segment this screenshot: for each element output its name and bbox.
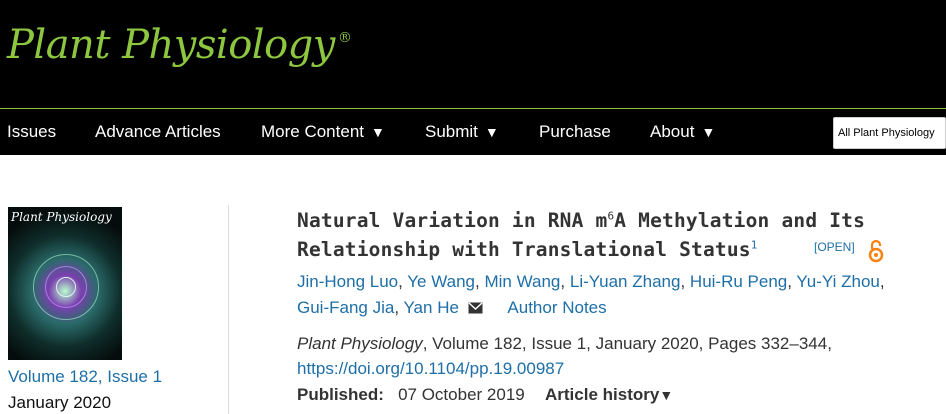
nav-purchase-label: Purchase [539, 122, 611, 141]
article-title-line1: Natural Variation in RNA m6A Methylation… [297, 209, 865, 232]
nav-advance-articles[interactable]: Advance Articles [95, 109, 221, 155]
citation-line: Plant Physiology, Volume 182, Issue 1, J… [297, 334, 832, 354]
author-link[interactable]: Yan He [403, 298, 458, 317]
citation-journal: Plant Physiology [297, 334, 423, 353]
nav-purchase[interactable]: Purchase [539, 109, 611, 155]
published-date: 07 October 2019 [398, 385, 525, 404]
issue-date: January 2020 [8, 393, 112, 412]
caret-down-icon: ▼ [659, 387, 674, 403]
cover-journal-title: Plant Physiology [11, 210, 112, 224]
citation-details: , Volume 182, Issue 1, January 2020, Pag… [422, 334, 832, 353]
nav-more-content[interactable]: More Content ▼ [261, 109, 385, 155]
issue-cover-image[interactable]: Plant Physiology [8, 207, 122, 360]
author-list-line2: Gui-Fang Jia, Yan He Author Notes [297, 298, 607, 318]
author-separator: , [879, 272, 885, 291]
nav-more-content-label: More Content [261, 122, 364, 141]
article-history-label: Article history [545, 385, 660, 404]
author-separator: , [680, 272, 686, 291]
author-link[interactable]: Ye Wang [407, 272, 475, 291]
nav-about-label: About [650, 122, 695, 141]
published-label: Published: [297, 385, 384, 404]
author-link[interactable]: Hui-Ru Peng [690, 272, 787, 291]
author-separator: , [787, 272, 792, 291]
caret-down-icon: ▼ [484, 124, 499, 140]
nav-about[interactable]: About ▼ [650, 109, 715, 155]
author-notes-link[interactable]: Author Notes [507, 298, 606, 317]
registered-mark: ® [337, 30, 352, 46]
author-link[interactable]: Min Wang [484, 272, 560, 291]
author-link[interactable]: Gui-Fang Jia [297, 298, 394, 317]
email-icon[interactable] [468, 302, 483, 314]
article-title-line2: Relationship with Translational Status1 [297, 238, 758, 261]
author-separator: , [560, 272, 566, 291]
author-link[interactable]: Yu-Yi Zhou [796, 272, 879, 291]
search-scope-select[interactable]: All Plant Physiology [833, 117, 946, 149]
title-part: Relationship with Translational Status [297, 238, 751, 261]
author-separator: , [398, 272, 403, 291]
site-header: Plant Physiology ® [0, 0, 946, 109]
main-nav: Issues Advance Articles More Content ▼ Su… [0, 109, 946, 155]
nav-submit[interactable]: Submit ▼ [425, 109, 499, 155]
title-footnote-link[interactable]: 1 [751, 239, 758, 252]
nav-issues[interactable]: Issues [7, 109, 56, 155]
journal-logo[interactable]: Plant Physiology ® [7, 22, 352, 68]
nav-advance-articles-label: Advance Articles [95, 122, 221, 141]
author-separator: , [475, 272, 480, 291]
author-link[interactable]: Li-Yuan Zhang [570, 272, 681, 291]
cover-pattern-ring [56, 277, 76, 297]
open-access-label: [OPEN] [814, 240, 855, 254]
doi-link[interactable]: https://doi.org/10.1104/pp.19.00987 [297, 359, 564, 379]
published-line: Published: 07 October 2019 [297, 385, 525, 405]
title-part: Natural Variation in RNA m [297, 209, 608, 232]
nav-issues-label: Issues [7, 122, 57, 141]
author-link[interactable]: Jin-Hong Luo [297, 272, 398, 291]
caret-down-icon: ▼ [371, 124, 385, 140]
article-history-toggle[interactable]: Article history▼ [545, 385, 673, 405]
column-divider [228, 205, 229, 414]
open-access-lock-icon [868, 239, 884, 263]
author-list-line1: Jin-Hong Luo, Ye Wang, Min Wang, Li-Yuan… [297, 272, 885, 292]
title-part: A Methylation and Its [614, 209, 866, 232]
nav-submit-label: Submit [425, 122, 478, 141]
caret-down-icon: ▼ [701, 124, 716, 140]
author-separator: , [394, 298, 400, 317]
journal-logo-text: Plant Physiology [7, 22, 335, 68]
issue-volume-link[interactable]: Volume 182, Issue 1 [8, 367, 162, 387]
